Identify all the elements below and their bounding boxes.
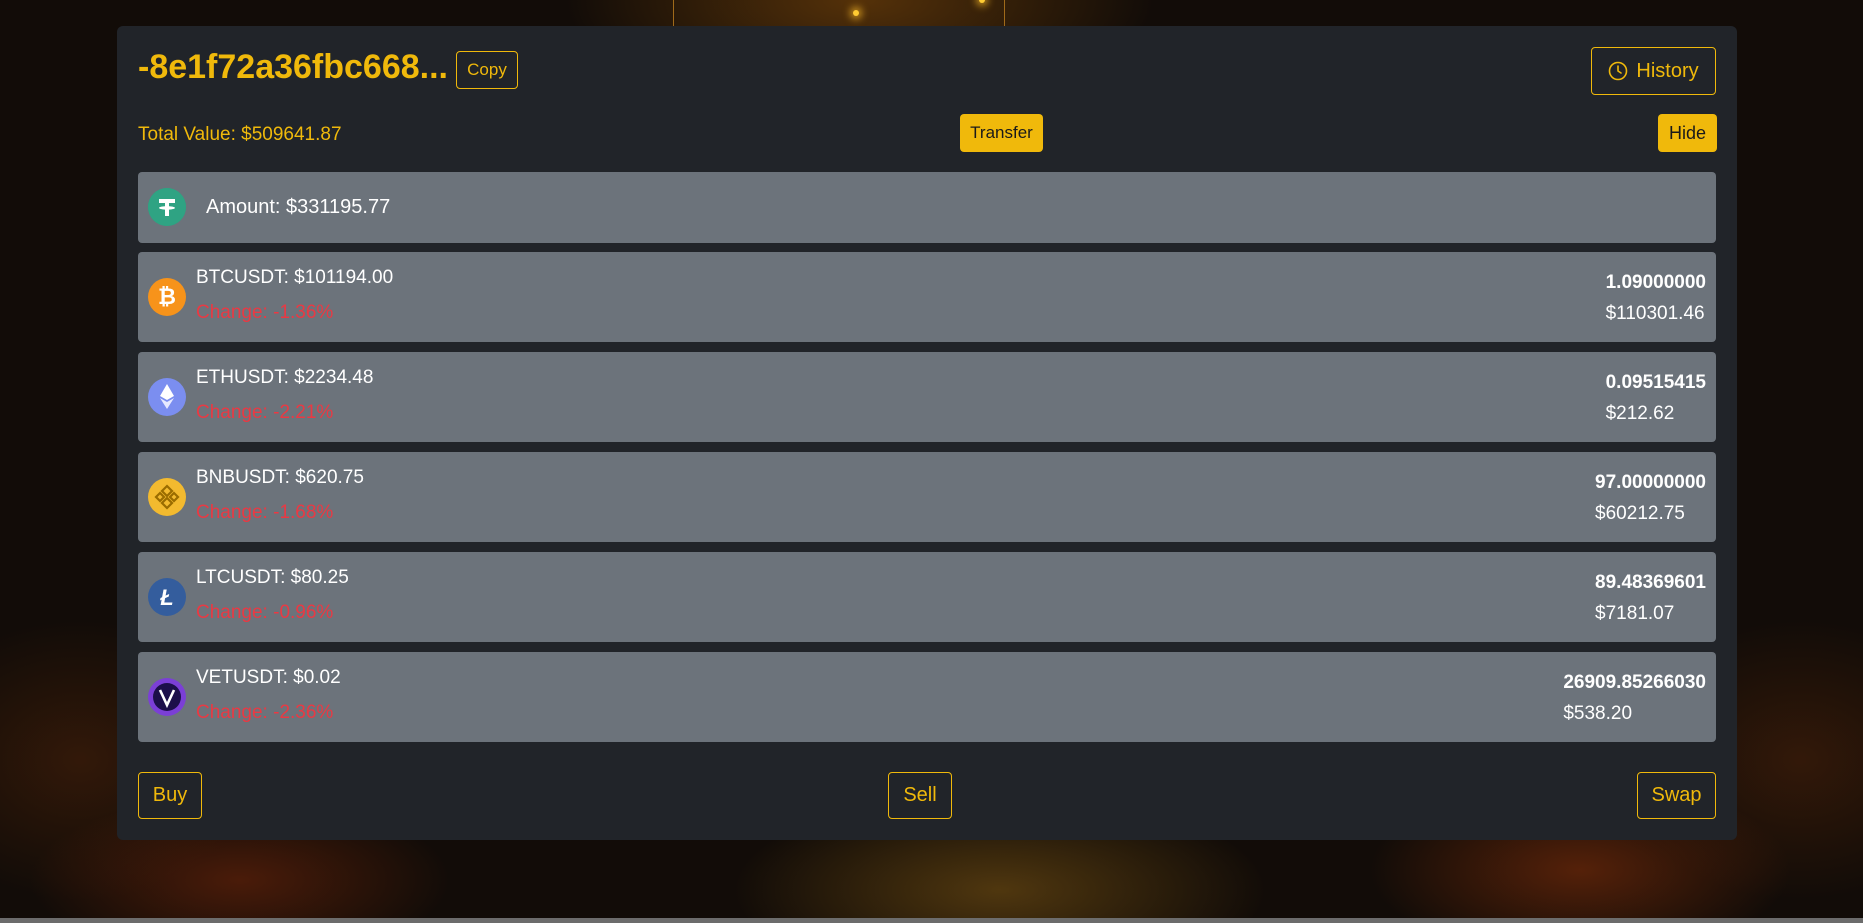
vechain-icon [148,678,186,716]
coin-value: $212.62 [1605,403,1675,424]
transfer-button[interactable]: Transfer [960,114,1043,152]
coin-quantity: 1.09000000 [1605,272,1706,293]
wallet-address: -8e1f72a36fbc668... [138,48,448,86]
buy-button[interactable]: Buy [138,772,202,819]
background-glow [853,10,859,16]
coin-value: $538.20 [1563,703,1633,724]
total-value: Total Value: $509641.87 [138,124,342,145]
litecoin-icon: Ł [148,578,186,616]
coin-change: Change: -0.96% [196,602,334,623]
coin-change: Change: -2.36% [196,702,334,723]
bitcoin-icon: ₿ [148,278,186,316]
svg-text:₿: ₿ [158,284,176,309]
background-glow [979,0,985,3]
background-line [1004,0,1005,26]
coin-quantity: 0.09515415 [1605,372,1706,393]
coin-quantity: 97.00000000 [1595,472,1706,493]
coin-row[interactable]: VETUSDT: $0.02 Change: -2.36% 26909.8526… [138,652,1716,742]
clock-icon [1608,61,1628,81]
coin-holding: 1.09000000 $110301.46 [1606,272,1706,325]
coin-row[interactable]: Ł LTCUSDT: $80.25 Change: -0.96% 89.4836… [138,552,1716,642]
coin-row[interactable]: ₿ BTCUSDT: $101194.00 Change: -1.36% 1.0… [138,252,1716,342]
bnb-icon [148,478,186,516]
hide-button[interactable]: Hide [1658,114,1717,152]
copy-button[interactable]: Copy [456,51,518,89]
coin-holding: 0.09515415 $212.62 [1606,372,1706,425]
coin-change: Change: -2.21% [196,402,334,423]
ethereum-icon [148,378,186,416]
coin-holding: 89.48369601 $7181.07 [1595,572,1706,625]
coin-quantity: 89.48369601 [1595,572,1706,593]
coin-holding: 26909.85266030 $538.20 [1563,672,1706,725]
coin-pair-price: BNBUSDT: $620.75 [196,467,364,488]
coin-pair-price: LTCUSDT: $80.25 [196,567,349,588]
coin-change: Change: -1.36% [196,302,334,323]
history-button[interactable]: History [1591,47,1716,95]
coin-holding: 97.00000000 $60212.75 [1595,472,1706,525]
sell-button[interactable]: Sell [888,772,952,819]
coin-pair-price: BTCUSDT: $101194.00 [196,267,394,288]
coin-row[interactable]: BNBUSDT: $620.75 Change: -1.68% 97.00000… [138,452,1716,542]
usdt-amount: Amount: $331195.77 [206,196,391,218]
svg-text:Ł: Ł [159,585,173,610]
swap-button[interactable]: Swap [1637,772,1716,819]
coin-row[interactable]: ETHUSDT: $2234.48 Change: -2.21% 0.09515… [138,352,1716,442]
coin-value: $60212.75 [1595,503,1685,524]
tether-icon [148,188,186,226]
coin-value: $7181.07 [1595,603,1675,624]
coin-quantity: 26909.85266030 [1563,672,1706,693]
usdt-balance-row: Amount: $331195.77 [138,172,1716,243]
coin-pair-price: ETHUSDT: $2234.48 [196,367,374,388]
coin-value: $110301.46 [1605,303,1705,324]
wallet-panel: -8e1f72a36fbc668... Copy History Total V… [117,26,1737,840]
coin-change: Change: -1.68% [196,502,334,523]
coin-pair-price: VETUSDT: $0.02 [196,667,341,688]
background-line [673,0,674,26]
history-label: History [1636,59,1699,82]
bottom-scrollbar [0,918,1863,923]
